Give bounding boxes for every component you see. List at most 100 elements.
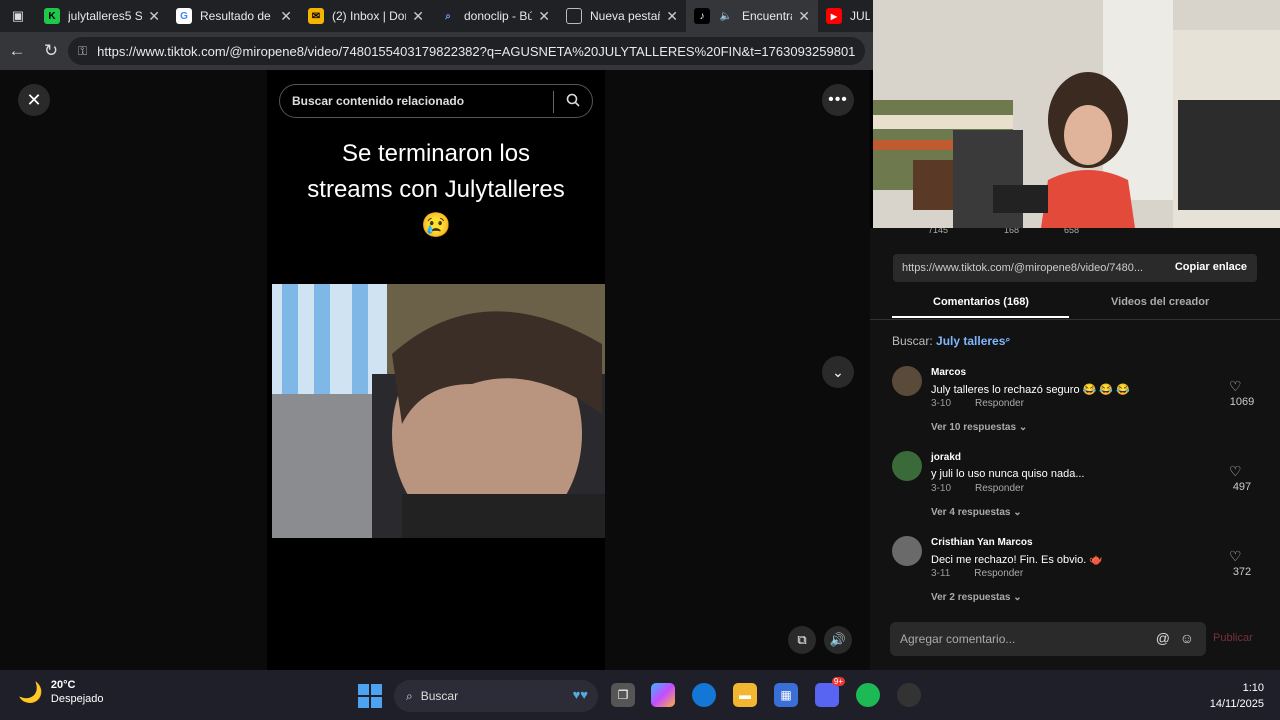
address-bar: ← ↻ ⚿ https://www.tiktok.com/@miropene8/…	[0, 32, 873, 70]
taskbar-search-label: Buscar	[420, 689, 459, 703]
tab-creator-videos[interactable]: Videos del creador	[1111, 296, 1209, 308]
comment-username[interactable]: Marcos	[931, 367, 966, 378]
emoji-icon[interactable]: ☺	[1180, 630, 1194, 646]
reply-button[interactable]: Responder	[975, 398, 1024, 409]
next-video-button[interactable]: ⌄	[822, 356, 854, 388]
copy-link-button[interactable]: Copiar enlace	[1175, 261, 1247, 273]
volume-icon[interactable]: 🔊	[824, 626, 852, 654]
search-suggestion[interactable]: Buscar: July talleres⌕	[892, 334, 1010, 348]
back-arrow-icon[interactable]: ←	[0, 32, 34, 70]
tab-actions-icon[interactable]: ▣	[0, 0, 36, 32]
close-tab-icon[interactable]: ✕	[280, 8, 292, 25]
tab-tiktok[interactable]: ♪ 🔈 Encuentra ✕	[686, 0, 818, 32]
youtube-icon: ▶	[826, 8, 842, 24]
search-icon[interactable]	[566, 93, 580, 110]
comment-date: 3-11	[931, 568, 951, 579]
comment-likes: 497	[1232, 481, 1252, 493]
comment-text: Deci me rechazo! Fin. Es obvio. 🫖	[931, 554, 1104, 566]
search-icon: ⌕	[1005, 334, 1011, 344]
weather-widget[interactable]: 🌙 20°C Despejado	[18, 678, 104, 706]
like-count[interactable]: 7145	[928, 228, 948, 235]
avatar[interactable]	[892, 366, 922, 396]
url-field[interactable]: ⚿ https://www.tiktok.com/@miropene8/vide…	[68, 37, 865, 65]
comment-date: 3-10	[931, 398, 952, 409]
avatar[interactable]	[892, 451, 922, 481]
comment-username[interactable]: Cristhian Yan Marcos	[931, 537, 1033, 548]
google-icon: G	[176, 8, 192, 24]
tiktok-icon: ♪	[694, 8, 710, 24]
tab-google-results[interactable]: G Resultado de i ✕	[168, 0, 300, 32]
close-tab-icon[interactable]: ✕	[412, 8, 424, 25]
comment-item: jorakd y juli lo uso nunca quiso nada...…	[892, 451, 1252, 531]
floating-player-icon[interactable]: ⧉	[788, 626, 816, 654]
weather-temp: 20°C	[50, 679, 76, 691]
tab-youtube[interactable]: ▶ JULY	[818, 0, 873, 32]
close-tab-icon[interactable]: ✕	[798, 8, 810, 25]
more-options-button[interactable]: •••	[822, 84, 854, 116]
caption-line-1: Se terminaron los	[341, 140, 531, 167]
tab-donoclip[interactable]: ⌕ donoclip - Bús ✕	[432, 0, 558, 32]
video-frame[interactable]	[272, 284, 605, 538]
save-count[interactable]: 658	[1064, 228, 1079, 235]
search-query-link[interactable]: July talleres	[936, 334, 1005, 348]
reply-button[interactable]: Responder	[974, 568, 1023, 579]
related-search-placeholder: Buscar contenido relacionado	[292, 94, 465, 108]
search-icon: ⌕	[406, 688, 413, 703]
comment-text: y juli lo uso nunca quiso nada...	[931, 468, 1085, 480]
clock-date: 14/11/2025	[1209, 698, 1264, 710]
heart-icon[interactable]: ♡	[1229, 378, 1242, 395]
heart-icon[interactable]: ♡	[1229, 548, 1242, 565]
comment-meta: 3-10 Responder	[931, 398, 1024, 409]
mention-icon[interactable]: @	[1156, 630, 1170, 646]
close-tab-icon[interactable]: ✕	[538, 8, 550, 25]
file-explorer-icon[interactable]: ▬	[733, 683, 757, 707]
related-search-input[interactable]: Buscar contenido relacionado	[279, 84, 593, 118]
reload-icon[interactable]: ↻	[34, 32, 68, 70]
search-prefix: Buscar:	[892, 334, 933, 348]
tab-julytalleres[interactable]: K julytalleres5 St ✕	[36, 0, 168, 32]
task-view-icon[interactable]: ❐	[611, 683, 635, 707]
heart-icon[interactable]: ♡	[1229, 463, 1242, 480]
url-text: https://www.tiktok.com/@miropene8/video/…	[97, 43, 856, 59]
speaker-icon[interactable]: 🔈	[718, 8, 734, 24]
spotify-icon[interactable]	[856, 683, 880, 707]
avatar[interactable]	[892, 536, 922, 566]
windows-start-icon[interactable]	[358, 684, 382, 708]
view-replies-button[interactable]: Ver 4 respuestas ⌄	[931, 507, 1022, 518]
reply-button[interactable]: Responder	[975, 483, 1024, 494]
new-tab-icon	[566, 8, 582, 24]
close-tab-icon[interactable]: ✕	[666, 8, 678, 25]
comment-likes: 1069	[1229, 396, 1255, 408]
copilot-icon[interactable]	[651, 683, 675, 707]
close-video-button[interactable]: ✕	[18, 84, 50, 116]
site-info-icon[interactable]: ⚿	[78, 44, 87, 59]
active-tab-indicator	[892, 316, 1069, 318]
taskbar-search[interactable]: ⌕ Buscar ♥♥	[394, 680, 598, 712]
close-tab-icon[interactable]: ✕	[148, 8, 160, 25]
tab-new-tab[interactable]: Nueva pestaña ✕	[558, 0, 686, 32]
search-icon: ⌕	[445, 10, 451, 22]
comment-meta: 3-10 Responder	[931, 483, 1024, 494]
windows-taskbar: 🌙 20°C Despejado ⌕ Buscar ♥♥ ❐ ▬ ▦ 9+ 1:…	[0, 670, 1280, 720]
store-icon[interactable]: ▦	[774, 683, 798, 707]
tab-comments[interactable]: Comentarios (168)	[933, 296, 1029, 308]
comment-username[interactable]: jorakd	[931, 452, 961, 463]
caption-line-2: streams con Julytalleres	[307, 176, 565, 203]
engagement-stats: 7145 168 658	[890, 228, 1270, 238]
system-clock[interactable]: 1:10 14/11/2025	[1210, 680, 1264, 712]
obs-icon[interactable]	[897, 683, 921, 707]
view-replies-button[interactable]: Ver 2 respuestas ⌄	[931, 592, 1022, 603]
comment-item: Cristhian Yan Marcos Deci me rechazo! Fi…	[892, 536, 1252, 616]
moon-icon: 🌙	[18, 681, 43, 704]
comment-date: 3-10	[931, 483, 952, 494]
comment-count[interactable]: 168	[1004, 228, 1019, 235]
discord-icon[interactable]: 9+	[815, 677, 845, 707]
view-replies-button[interactable]: Ver 10 respuestas ⌄	[931, 422, 1027, 433]
comment-likes: 372	[1232, 566, 1252, 578]
publish-button[interactable]: Publicar	[1213, 632, 1253, 644]
tab-inbox[interactable]: ✉ (2) Inbox | Don ✕	[300, 0, 432, 32]
tiktok-page: ✕ Buscar contenido relacionado Se termin…	[0, 70, 870, 670]
video-caption: Se terminaron los streams con Julytaller…	[267, 136, 605, 244]
edge-icon[interactable]	[692, 683, 716, 707]
add-comment-input[interactable]: Agregar comentario... @ ☺	[890, 622, 1206, 656]
